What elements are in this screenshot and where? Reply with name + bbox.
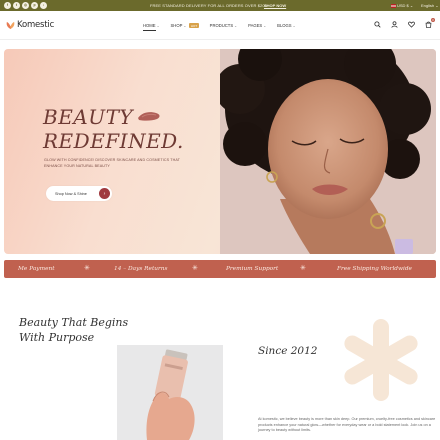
tiktok-glyph: ♪ [42, 2, 45, 7]
benefit-item: Free Shipping Worldwide [337, 265, 412, 272]
shop-now-label: Shop Now & Shine [55, 191, 87, 196]
nav-item-blogs[interactable]: BLOGS ⌄ [277, 23, 295, 28]
lipstick-swatch-icon [138, 112, 160, 121]
benefit-item: Premium Support [226, 265, 279, 272]
chevron-down-icon: ⌄ [234, 23, 238, 28]
nav-label: HOME [143, 23, 156, 28]
pinterest-icon[interactable]: p [31, 2, 38, 9]
about-title-line1: Beauty That Begins [19, 316, 129, 329]
sparkle-icon: ✳ [300, 264, 306, 272]
arrow-right-icon: › [99, 188, 110, 199]
user-icon[interactable] [390, 20, 398, 28]
hero-title-line2: REDEFINED. [43, 129, 184, 153]
nav-label: PAGES [248, 23, 263, 28]
chevron-down-icon: ⌄ [263, 23, 267, 28]
asterisk-decor-icon [344, 319, 418, 401]
nav-item-pages[interactable]: PAGES ⌄ [248, 23, 266, 28]
cart-icon[interactable]: 0 [424, 18, 435, 28]
currency-label: USD $ [397, 3, 409, 8]
about-product-photo [117, 345, 223, 440]
benefits-marquee: Me Payment ✳ 14 – Days Returns ✳ Premium… [4, 260, 436, 278]
instagram-glyph: ◎ [24, 2, 27, 7]
pinterest-glyph: p [33, 2, 36, 7]
site-header: Komestic HOME ⌄ SHOP ⌄ HOT PRODUCTS ⌄ PAGES ⌄… [0, 11, 440, 40]
language-label: English [421, 3, 435, 8]
logo-mark-icon [6, 21, 15, 30]
chevron-down-icon: ⌄ [183, 23, 187, 28]
header-actions: 0 [373, 18, 435, 28]
heart-icon[interactable] [407, 20, 415, 28]
hero-title-line1: BEAUTY [43, 105, 134, 129]
nav-item-products[interactable]: PRODUCTS ⌄ [210, 23, 237, 28]
benefit-item: 14 – Days Returns [114, 265, 168, 272]
logo[interactable]: Komestic [6, 20, 54, 30]
logo-text: Komestic [17, 20, 55, 30]
announcement-bar: f t ◎ p ♪ FREE STANDARD DELIVERY FOR ALL… [0, 0, 440, 11]
shop-now-button[interactable]: Shop Now & Shine › [46, 186, 112, 201]
nav-label: BLOGS [277, 23, 292, 28]
main-nav: HOME ⌄ SHOP ⌄ HOT PRODUCTS ⌄ PAGES ⌄ BLOGS ⌄ [143, 23, 307, 31]
twitter-icon[interactable]: t [13, 2, 20, 9]
shop-now-link[interactable]: SHOP NOW [264, 3, 286, 8]
facebook-icon[interactable]: f [4, 2, 11, 9]
announcement-text: FREE STANDARD DELIVERY FOR ALL ORDERS OV… [150, 3, 268, 8]
chevron-down-icon: ⌄ [156, 23, 160, 28]
chevron-down-icon: ⌄ [409, 3, 414, 8]
hero-model-photo [220, 49, 436, 254]
hand-holding-bottle-illustration [117, 345, 223, 440]
hero-content: BEAUTY REDEFINED. GLOW WITH CONFIDENCE! … [4, 49, 220, 254]
sparkle-icon: ✳ [192, 264, 198, 272]
chevron-down-icon: ⌄ [435, 3, 439, 8]
twitter-glyph: t [15, 2, 18, 7]
tiktok-icon[interactable]: ♪ [40, 2, 47, 9]
hero-banner: BEAUTY REDEFINED. GLOW WITH CONFIDENCE! … [4, 49, 436, 254]
us-flag-icon [391, 4, 396, 8]
about-description: At komestic, we believe beauty is more t… [258, 417, 436, 432]
language-selector[interactable]: English ⌄ [421, 3, 439, 8]
nav-item-shop[interactable]: SHOP ⌄ HOT [171, 23, 199, 28]
hero-title: BEAUTY REDEFINED. [43, 105, 184, 153]
about-title-line2: With Purpose [19, 331, 95, 344]
since-year: Since 2012 [258, 345, 318, 357]
benefit-item: Me Payment [18, 265, 55, 272]
nav-label: SHOP [170, 23, 183, 28]
currency-selector[interactable]: USD $ ⌄ [391, 3, 413, 8]
nav-label: PRODUCTS [209, 23, 234, 28]
social-links: f t ◎ p ♪ [4, 2, 47, 9]
instagram-icon[interactable]: ◎ [22, 2, 29, 9]
sparkle-icon: ✳ [84, 264, 90, 272]
hero-subtitle: GLOW WITH CONFIDENCE! DISCOVER SKINCARE … [44, 158, 180, 168]
about-title: Beauty That Begins With Purpose [19, 315, 128, 345]
search-icon[interactable] [373, 20, 381, 28]
facebook-glyph: f [6, 2, 9, 7]
chevron-down-icon: ⌄ [292, 23, 296, 28]
cart-count-badge: 0 [431, 18, 435, 22]
hot-badge: HOT [189, 23, 199, 28]
nav-item-home[interactable]: HOME ⌄ [143, 23, 160, 31]
model-illustration [220, 49, 436, 254]
